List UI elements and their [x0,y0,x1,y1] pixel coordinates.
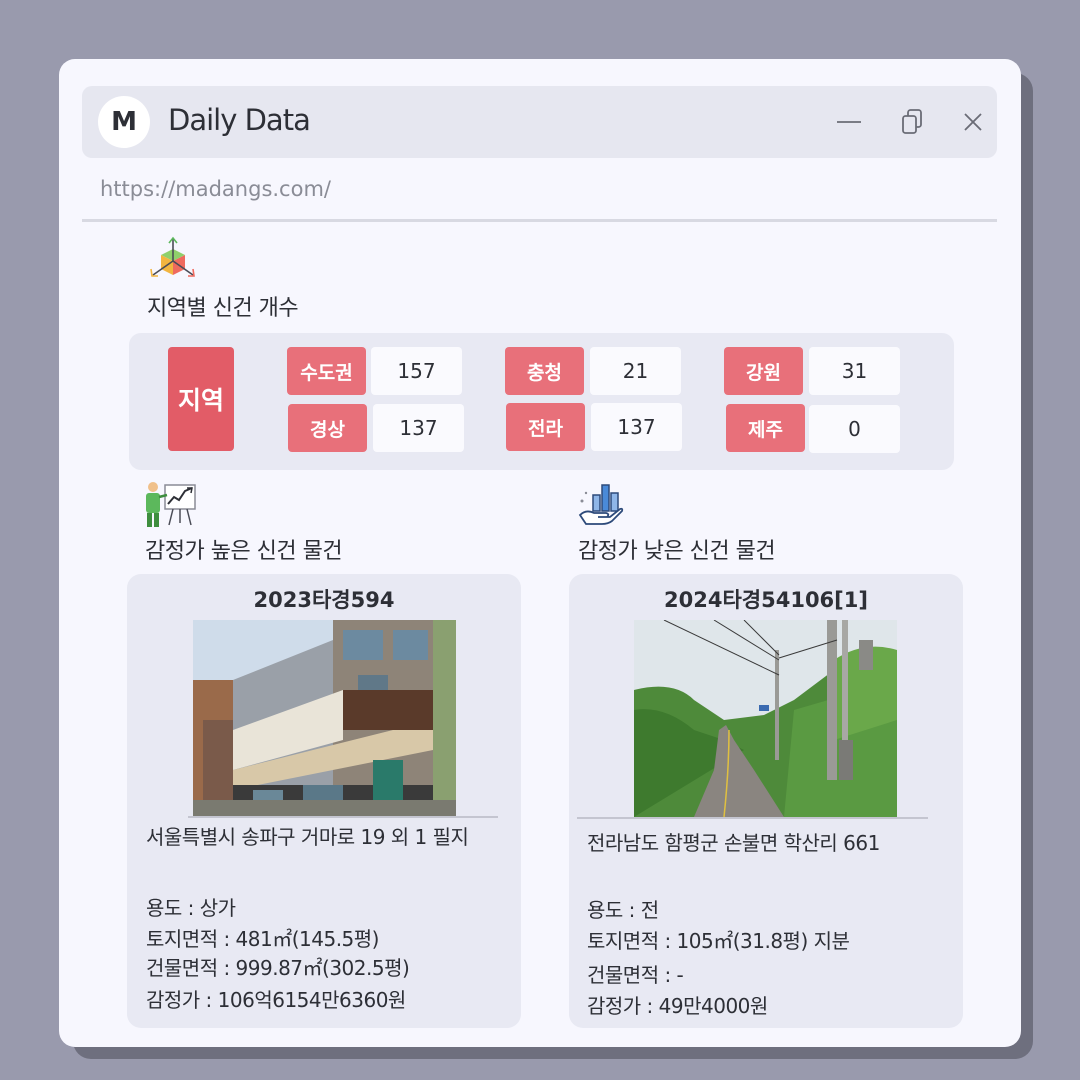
low-property-photo [634,620,897,817]
region-name-gyeongsang: 경상 [288,404,367,452]
region-count-gyeongsang: 137 [373,404,464,452]
low-land-area: 토지면적 : 105㎡(31.8평) 지분 [587,929,850,953]
low-address: 전라남도 함평군 손불면 학산리 661 [587,831,880,855]
header-divider [82,219,997,222]
low-usage: 용도 : 전 [587,898,659,922]
minimize-icon[interactable] [833,106,865,138]
region-name-jeolla: 전라 [506,403,585,451]
presenter-chart-icon [146,482,196,527]
region-count-jeolla: 137 [591,403,682,451]
region-count-jeju: 0 [809,405,900,453]
region-count-gangwon: 31 [809,347,900,395]
app-title: Daily Data [168,103,311,137]
low-appraisal: 감정가 : 49만4000원 [587,994,768,1018]
avatar[interactable]: M [98,96,150,148]
copy-icon[interactable] [897,106,929,138]
region-count-chungcheong: 21 [590,347,681,395]
high-usage: 용도 : 상가 [146,896,236,920]
low-section-title: 감정가 낮은 신건 물건 [578,539,776,564]
photo-divider [577,817,928,819]
hand-chart-icon [578,484,624,525]
low-case-number[interactable]: 2024타경54106[1] [569,584,963,614]
region-count-panel: 지역 수도권 157 충청 21 강원 31 경상 137 전라 137 제주 … [129,333,954,470]
title-bar: M Daily Data [82,86,997,158]
region-name-gangwon: 강원 [724,347,803,395]
low-property-card[interactable]: 2024타경54106[1] 전라남도 함평군 손불면 학산리 661 용도 :… [569,574,963,1028]
cube-axes-icon [150,236,195,277]
high-section-title: 감정가 높은 신건 물건 [145,539,343,564]
low-building-area: 건물면적 : - [587,963,684,987]
high-case-number[interactable]: 2023타경594 [127,584,521,614]
high-property-card[interactable]: 2023타경594 서울특별시 송파구 거마로 19 외 1 필지 용도 : 상… [127,574,521,1028]
high-property-photo [193,620,456,816]
photo-divider [188,816,498,818]
region-name-chungcheong: 충청 [505,347,584,395]
region-label: 지역 [168,347,234,451]
close-icon[interactable] [957,106,989,138]
region-name-capital: 수도권 [287,347,366,395]
high-appraisal: 감정가 : 106억6154만6360원 [146,988,406,1012]
high-address: 서울특별시 송파구 거마로 19 외 1 필지 [146,825,469,849]
app-window: M Daily Data https://madangs.com/ 지역별 신건… [59,59,1021,1047]
region-name-jeju: 제주 [726,404,805,452]
high-land-area: 토지면적 : 481㎡(145.5평) [146,927,380,951]
region-section-title: 지역별 신건 개수 [147,296,299,321]
high-building-area: 건물면적 : 999.87㎡(302.5평) [146,956,410,980]
url-address[interactable]: https://madangs.com/ [100,177,331,201]
region-count-capital: 157 [371,347,462,395]
